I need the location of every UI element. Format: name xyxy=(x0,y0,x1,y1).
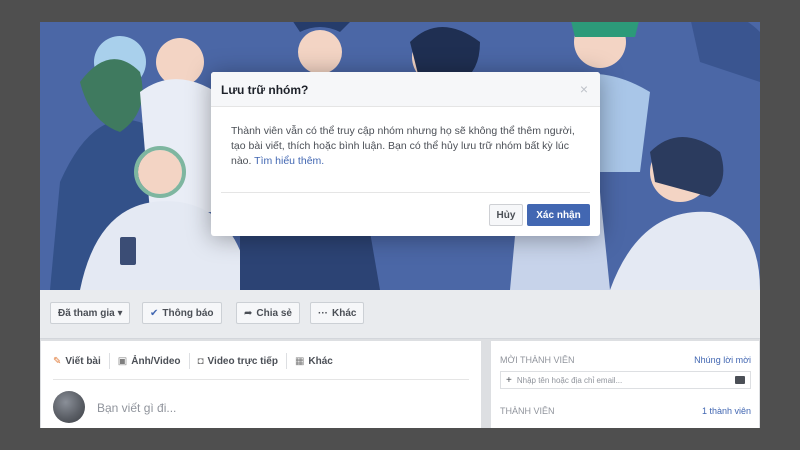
close-icon[interactable]: × xyxy=(580,81,588,97)
dialog-title: Lưu trữ nhóm? xyxy=(221,83,309,97)
cancel-button[interactable]: Hủy xyxy=(489,204,523,226)
tab-live-video[interactable]: ◘ Video trực tiếp xyxy=(190,353,287,369)
check-icon: ✔ xyxy=(150,307,159,319)
invite-members-panel: MỜI THÀNH VIÊN Nhúng lời mời + Nhập tên … xyxy=(490,340,760,428)
confirm-button[interactable]: Xác nhận xyxy=(527,204,590,226)
joined-button[interactable]: Đã tham gia ▾ xyxy=(50,302,131,324)
invite-input-placeholder: Nhập tên hoặc địa chỉ email... xyxy=(516,375,623,385)
tab-label: Video trực tiếp xyxy=(207,355,278,367)
archive-group-dialog: Lưu trữ nhóm? × Thành viên vẫn có thể tr… xyxy=(211,72,600,236)
tab-photo-video[interactable]: ▣ Ảnh/Video xyxy=(110,353,190,369)
tab-label: Viết bài xyxy=(65,355,101,367)
dialog-header: Lưu trữ nhóm? × xyxy=(211,72,600,107)
pencil-icon: ✎ xyxy=(53,355,62,367)
more-label: Khác xyxy=(332,307,357,319)
ellipsis-icon: ··· xyxy=(318,307,328,319)
members-count-link[interactable]: 1 thành viên xyxy=(702,406,751,416)
dialog-divider xyxy=(221,192,590,193)
dialog-message: Thành viên vẫn có thể truy cập nhóm nhưn… xyxy=(231,124,581,169)
group-action-bar: Đã tham gia ▾ ✔ Thông báo ➦ Chia sẻ ··· … xyxy=(40,290,760,339)
more-grid-icon: ▦ xyxy=(294,355,305,367)
composer-tabs: ✎ Viết bài ▣ Ảnh/Video ◘ Video trực tiếp… xyxy=(53,353,341,369)
more-button[interactable]: ··· Khác xyxy=(310,302,365,324)
joined-label: Đã tham gia ▾ xyxy=(58,307,123,319)
avatar[interactable] xyxy=(53,391,85,423)
tab-more[interactable]: ▦ Khác xyxy=(287,353,341,369)
notifications-button[interactable]: ✔ Thông báo xyxy=(142,302,222,324)
share-label: Chia sẻ xyxy=(256,307,292,319)
tab-label: Khác xyxy=(308,355,333,367)
post-composer: ✎ Viết bài ▣ Ảnh/Video ◘ Video trực tiếp… xyxy=(40,340,482,428)
learn-more-link[interactable]: Tìm hiểu thêm. xyxy=(254,155,324,167)
embed-invite-link[interactable]: Nhúng lời mời xyxy=(694,355,751,365)
contact-card-icon xyxy=(735,376,745,384)
divider xyxy=(53,379,469,380)
share-button[interactable]: ➦ Chia sẻ xyxy=(236,302,300,324)
live-video-icon: ◘ xyxy=(197,355,204,367)
plus-icon: + xyxy=(506,374,512,386)
notifications-label: Thông báo xyxy=(162,307,214,319)
photo-icon: ▣ xyxy=(117,355,128,367)
share-arrow-icon: ➦ xyxy=(244,307,253,319)
invite-input[interactable]: + Nhập tên hoặc địa chỉ email... xyxy=(500,371,751,389)
invite-heading: MỜI THÀNH VIÊN xyxy=(500,355,575,365)
tab-label: Ảnh/Video xyxy=(131,355,181,367)
composer-input[interactable]: Bạn viết gì đi... xyxy=(97,401,176,415)
members-heading: THÀNH VIÊN xyxy=(500,406,555,416)
tab-write-post[interactable]: ✎ Viết bài xyxy=(53,353,110,369)
